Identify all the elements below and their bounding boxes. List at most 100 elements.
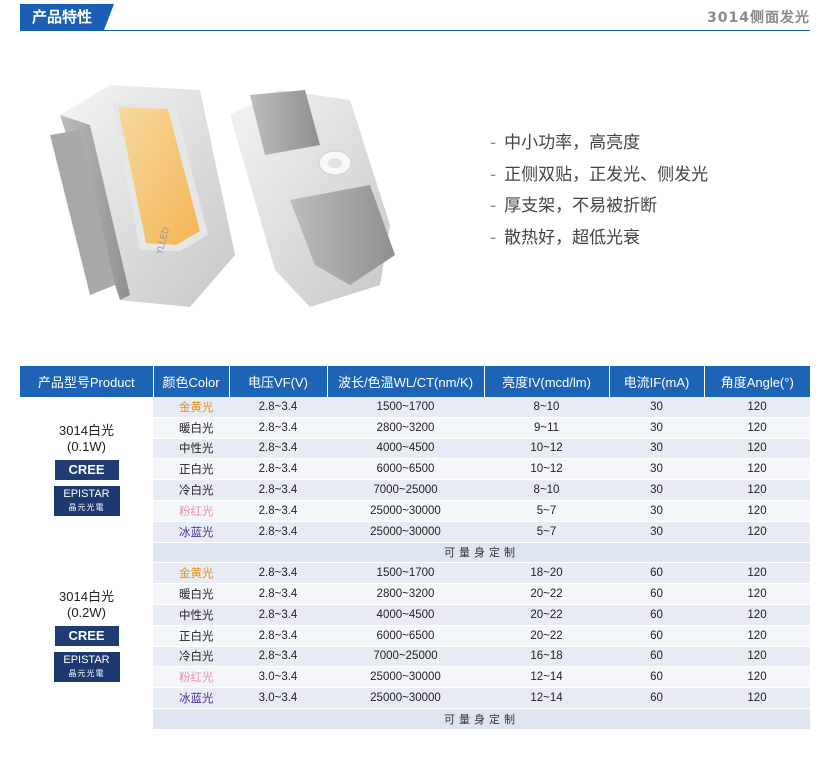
voltage-cell: 2.8~3.4 (229, 438, 327, 460)
wavelength-cell: 6000~6500 (327, 458, 484, 481)
color-cell: 中性光 (153, 604, 229, 626)
color-cell: 粉红光 (153, 666, 229, 689)
current-cell: 30 (609, 417, 704, 439)
wavelength-cell: 25000~30000 (327, 687, 484, 709)
spec-table: 产品型号Product 颜色Color 电压VF(V) 波长/色温WL/CT(n… (20, 366, 810, 730)
section-title: 产品特性 (20, 4, 114, 30)
led-product-image: YLLED (50, 85, 395, 307)
feature-item: - 厚支架，不易被折断 (490, 196, 658, 216)
wavelength-cell: 4000~4500 (327, 438, 484, 460)
brightness-cell: 20~22 (484, 625, 609, 647)
voltage-cell: 3.0~3.4 (229, 687, 327, 709)
voltage-cell: 2.8~3.4 (229, 458, 327, 481)
brightness-cell: 8~10 (484, 397, 609, 418)
voltage-cell: 2.8~3.4 (229, 479, 327, 501)
header-current: 电流IF(mA) (609, 366, 705, 397)
brightness-cell: 18~20 (484, 562, 609, 585)
custom-row: 可量身定制 (20, 542, 810, 564)
angle-cell: 120 (704, 417, 810, 439)
feature-item: - 散热好，超低光衰 (490, 227, 641, 248)
wavelength-cell: 4000~4500 (327, 604, 484, 626)
color-cell: 冰蓝光 (153, 687, 229, 709)
angle-cell: 120 (704, 604, 810, 626)
wavelength-cell: 1500~1700 (327, 562, 484, 585)
product-name: 3014白光 (59, 422, 114, 438)
product-power: (0.2W) (67, 605, 106, 621)
header-wavelength: 波长/色温WL/CT(nm/K) (327, 366, 485, 397)
wavelength-cell: 7000~25000 (327, 479, 484, 501)
voltage-cell: 2.8~3.4 (229, 500, 327, 522)
brightness-cell: 16~18 (484, 646, 609, 668)
product-name: 3014白光 (59, 589, 114, 605)
current-cell: 60 (609, 562, 704, 585)
voltage-cell: 2.8~3.4 (229, 583, 327, 605)
brightness-cell: 5~7 (484, 521, 609, 543)
section-header: 产品特性 3014侧面发光 (20, 4, 810, 31)
led-back-view (230, 90, 395, 307)
color-cell: 正白光 (153, 458, 229, 481)
brightness-cell: 9~11 (484, 417, 609, 439)
feature-item: - 中小功率，高亮度 (490, 133, 641, 153)
wavelength-cell: 7000~25000 (327, 646, 484, 668)
brightness-cell: 10~12 (484, 458, 609, 481)
angle-cell: 120 (704, 479, 810, 501)
current-cell: 30 (609, 500, 704, 522)
wavelength-cell: 25000~30000 (327, 666, 484, 689)
cree-logo: CREE (54, 626, 119, 647)
color-cell: 冰蓝光 (153, 521, 229, 543)
angle-cell: 120 (704, 625, 810, 647)
product-power: (0.1W) (67, 438, 106, 454)
feature-list: - 中小功率，高亮度 - 正侧双贴，正发光、侧发光 - 厚支架，不易被折断 - 散热好，… (490, 128, 708, 254)
brightness-cell: 12~14 (484, 687, 609, 709)
product-cell: 3014白光 (0.1W) CREE EPISTAR 晶元光電 (20, 397, 153, 543)
current-cell: 30 (609, 438, 704, 460)
header-brightness: 亮度IV(mcd/lm) (484, 366, 610, 397)
current-cell: 30 (609, 397, 704, 418)
color-cell: 粉红光 (153, 500, 229, 522)
brightness-cell: 10~12 (484, 438, 609, 460)
blank-cell (20, 542, 153, 564)
wavelength-cell: 2800~3200 (327, 417, 484, 439)
voltage-cell: 2.8~3.4 (229, 604, 327, 626)
current-cell: 60 (609, 583, 704, 605)
current-cell: 30 (609, 479, 704, 501)
voltage-cell: 2.8~3.4 (229, 646, 327, 668)
header-angle: 角度Angle(°) (704, 366, 810, 397)
table-row: 3014白光 (0.1W) CREE EPISTAR 晶元光電 金黄光 2.8~3.4 150… (20, 397, 810, 543)
wavelength-cell: 25000~30000 (327, 500, 484, 522)
header-product: 产品型号Product (20, 366, 154, 397)
header-color: 颜色Color (153, 366, 230, 397)
current-cell: 60 (609, 646, 704, 668)
feature-item: - 正侧双贴，正发光、侧发光 (490, 164, 709, 185)
wavelength-cell: 2800~3200 (327, 583, 484, 605)
cree-logo: CREE (54, 459, 119, 480)
wavelength-cell: 25000~30000 (327, 521, 484, 543)
table-header-row: 产品型号Product 颜色Color 电压VF(V) 波长/色温WL/CT(n… (20, 366, 810, 397)
current-cell: 30 (609, 521, 704, 543)
voltage-cell: 2.8~3.4 (229, 417, 327, 439)
color-cell: 正白光 (153, 625, 229, 647)
angle-cell: 120 (704, 500, 810, 522)
color-cell: 金黄光 (153, 397, 229, 418)
angle-cell: 120 (704, 458, 810, 481)
color-cell: 暖白光 (153, 583, 229, 605)
angle-cell: 120 (704, 646, 810, 668)
customization-note: 可量身定制 (153, 542, 810, 564)
current-cell: 60 (609, 604, 704, 626)
brightness-cell: 20~22 (484, 583, 609, 605)
angle-cell: 120 (704, 687, 810, 709)
angle-cell: 120 (704, 521, 810, 543)
header-voltage: 电压VF(V) (229, 366, 328, 397)
product-cell: 3014白光 (0.2W) CREE EPISTAR 晶元光電 (20, 562, 153, 709)
led-front-view: YLLED (50, 85, 235, 307)
current-cell: 30 (609, 458, 704, 481)
wavelength-cell: 6000~6500 (327, 625, 484, 647)
brightness-cell: 20~22 (484, 604, 609, 626)
voltage-cell: 2.8~3.4 (229, 625, 327, 647)
table-row: 3014白光 (0.2W) CREE EPISTAR 晶元光電 金黄光 2.8~3.4 150… (20, 562, 810, 709)
voltage-cell: 3.0~3.4 (229, 666, 327, 689)
brightness-cell: 12~14 (484, 666, 609, 689)
customization-note: 可量身定制 (153, 708, 810, 730)
voltage-cell: 2.8~3.4 (229, 397, 327, 418)
brightness-cell: 8~10 (484, 479, 609, 501)
